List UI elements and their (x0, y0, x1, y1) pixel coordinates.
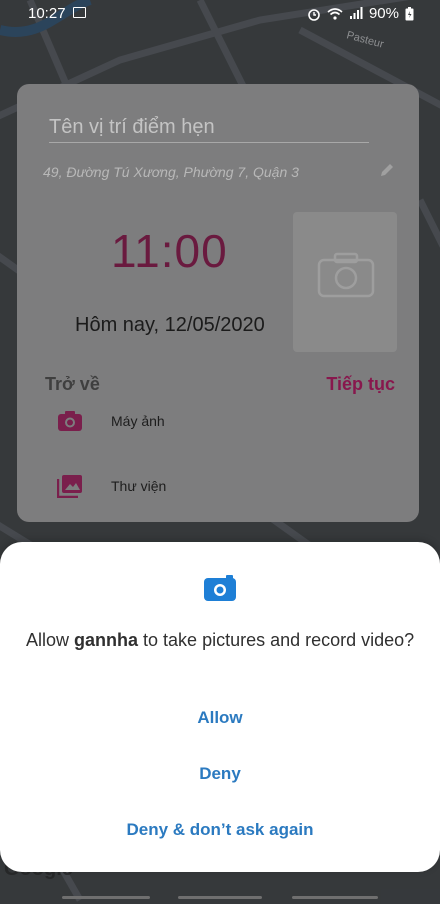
meeting-date[interactable]: Hôm nay, 12/05/2020 (75, 314, 265, 337)
signal-icon (349, 7, 363, 19)
deny-dont-ask-again-button[interactable]: Deny & don’t ask again (0, 820, 440, 840)
nav-back-button[interactable] (292, 896, 378, 899)
app-name: gannha (74, 630, 139, 650)
permission-dialog: Allow gannha to take pictures and record… (0, 542, 440, 872)
option-gallery[interactable]: Thư viện (57, 474, 166, 498)
nav-recent-button[interactable] (62, 896, 150, 899)
option-gallery-label: Thư viện (111, 478, 167, 494)
alarm-icon (308, 8, 320, 21)
wifi-icon (327, 8, 343, 20)
permission-message: Allow gannha to take pictures and record… (26, 630, 415, 650)
location-name-input[interactable] (49, 112, 369, 143)
allow-button[interactable]: Allow (0, 708, 440, 728)
address-text: 49, Đường Tú Xương, Phường 7, Quận 3 (43, 164, 299, 180)
camera-permission-icon (204, 575, 236, 601)
navigation-bar (0, 890, 440, 904)
nav-home-button[interactable] (178, 896, 262, 899)
image-notification-icon (73, 7, 86, 18)
status-time: 10:27 (28, 5, 66, 22)
camera-icon (58, 411, 82, 431)
option-camera[interactable]: Máy ảnh (57, 410, 165, 432)
meeting-time[interactable]: 11:00 (111, 224, 228, 278)
status-bar: 10:27 90% (0, 0, 440, 28)
gallery-icon (57, 475, 82, 498)
continue-button[interactable]: Tiếp tục (326, 374, 395, 395)
edit-pencil-icon[interactable] (379, 162, 395, 178)
battery-charging-icon (405, 6, 414, 20)
deny-button[interactable]: Deny (0, 764, 440, 784)
option-camera-label: Máy ảnh (111, 413, 165, 429)
back-button[interactable]: Trở về (45, 374, 100, 395)
meeting-point-card: 49, Đường Tú Xương, Phường 7, Quận 3 11:… (17, 84, 419, 522)
battery-percentage: 90% (368, 5, 399, 22)
camera-outline-icon (317, 252, 375, 298)
